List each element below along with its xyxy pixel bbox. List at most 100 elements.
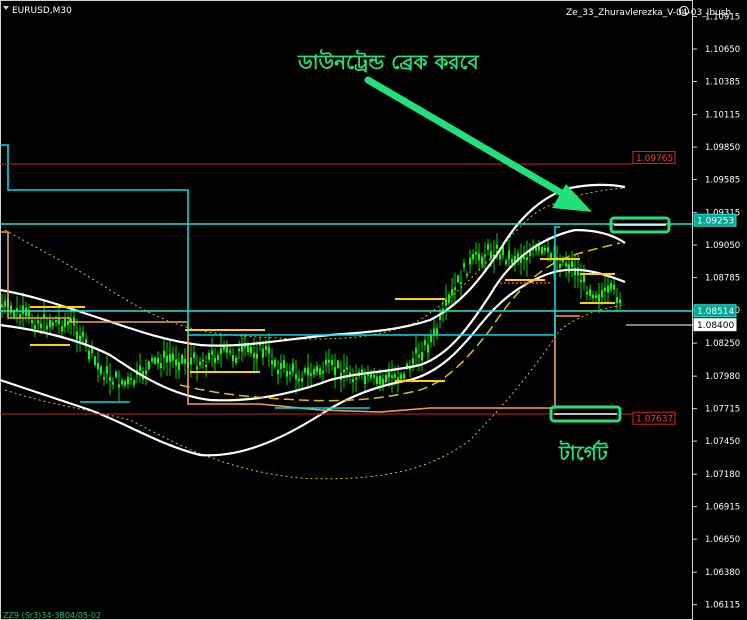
candle-body <box>226 347 228 353</box>
candle-body <box>511 259 513 264</box>
candle-body <box>463 263 465 268</box>
candle-body <box>247 344 249 353</box>
axis-tick-label: 1.10115 <box>705 111 740 121</box>
candle-body <box>616 297 618 303</box>
candle-body <box>586 291 588 295</box>
candle-body <box>385 374 387 383</box>
candle-body <box>355 377 357 380</box>
candle-body <box>88 350 90 360</box>
candle-body <box>172 353 174 361</box>
price-tag-label: 1.07637 <box>636 415 673 425</box>
price-tag-label: 1.08400 <box>697 321 734 331</box>
candle-body <box>370 373 372 379</box>
candle-body <box>589 289 591 296</box>
candle-body <box>163 350 165 358</box>
candle-body <box>412 358 414 365</box>
axis-tick-label: 1.07450 <box>705 437 740 447</box>
candle-body <box>268 346 270 354</box>
candle-body <box>121 380 123 385</box>
candle-body <box>1 304 3 308</box>
candle-body <box>568 264 570 273</box>
candle-body <box>328 359 330 363</box>
candle-body <box>523 256 525 259</box>
candle-body <box>232 355 234 361</box>
candle-body <box>193 352 195 358</box>
candle-body <box>544 247 546 252</box>
candle-body <box>184 359 186 364</box>
axis-tick-label: 1.10915 <box>705 13 740 23</box>
candle-body <box>160 363 162 369</box>
candle-body <box>82 332 84 337</box>
candle-body <box>508 250 510 260</box>
axis-tick-label: 1.08250 <box>705 339 740 349</box>
candle-body <box>307 367 309 376</box>
candle-body <box>109 377 111 381</box>
candle-body <box>274 359 276 367</box>
symbol-label[interactable]: EURUSD,M30 <box>12 6 72 16</box>
candle-body <box>190 357 192 365</box>
candle-body <box>460 282 462 285</box>
candle-body <box>496 244 498 249</box>
candle-body <box>595 295 597 298</box>
candle-body <box>565 262 567 267</box>
candle-body <box>325 359 327 365</box>
price-chart[interactable]: ডাউনট্রেন্ড ব্রেক করবে টার্গেট EURUSD,M3… <box>0 0 747 620</box>
candle-body <box>472 254 474 260</box>
candle-body <box>97 362 99 370</box>
candle-body <box>604 287 606 291</box>
candle-body <box>346 367 348 370</box>
axis-tick-label: 1.10385 <box>705 77 740 87</box>
candle-body <box>4 301 6 307</box>
candle-body <box>607 285 609 293</box>
price-tag-label: 1.08514 <box>697 307 734 317</box>
candle-body <box>49 319 51 328</box>
candle-body <box>448 294 450 304</box>
candle-body <box>175 359 177 366</box>
candle-body <box>103 377 105 380</box>
candle-body <box>292 363 294 372</box>
candle-body <box>424 340 426 345</box>
candle-body <box>601 290 603 298</box>
axis-tick-label: 1.09585 <box>705 176 740 186</box>
candle-body <box>475 252 477 255</box>
candle-body <box>106 366 108 374</box>
candle-body <box>427 344 429 353</box>
candle-body <box>610 283 612 290</box>
candle-body <box>319 368 321 375</box>
candle-body <box>220 348 222 355</box>
candle-body <box>34 325 36 329</box>
candle-body <box>145 370 147 375</box>
candle-body <box>331 359 333 366</box>
candle-body <box>454 287 456 290</box>
candle-body <box>490 251 492 259</box>
axis-tick-label: 1.06115 <box>705 601 740 611</box>
candle-body <box>100 366 102 375</box>
candle-body <box>13 311 15 317</box>
candle-body <box>505 260 507 265</box>
candle-body <box>352 379 354 383</box>
candle-body <box>376 376 378 385</box>
candle-body <box>559 263 561 268</box>
candle-body <box>469 258 471 265</box>
candle-body <box>124 380 126 386</box>
axis-tick-label: 1.06380 <box>705 568 740 578</box>
candle-body <box>127 376 129 385</box>
candle-body <box>22 305 24 315</box>
axis-tick-label: 1.10650 <box>705 45 740 55</box>
candle-body <box>148 361 150 370</box>
axis-tick-label: 1.07180 <box>705 470 740 480</box>
candle-body <box>364 375 366 385</box>
axis-tick-label: 1.06915 <box>705 503 740 513</box>
candle-body <box>52 322 54 326</box>
target-annotation: টার্গেট <box>558 440 609 465</box>
candle-body <box>76 331 78 340</box>
candle-body <box>283 360 285 369</box>
candle-body <box>598 294 600 302</box>
candle-body <box>199 361 201 365</box>
candle-body <box>400 374 402 380</box>
candle-body <box>418 354 420 358</box>
candle-body <box>343 369 345 372</box>
candle-body <box>466 273 468 277</box>
candle-body <box>118 384 120 388</box>
axis-tick-label: 1.07715 <box>705 405 740 415</box>
